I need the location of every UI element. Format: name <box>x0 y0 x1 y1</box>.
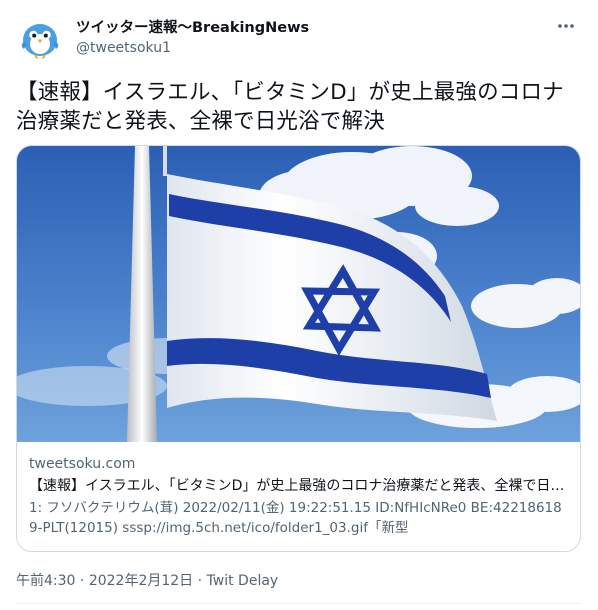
divider <box>16 603 582 604</box>
israel-flag-image <box>17 146 580 442</box>
card-body: tweetsoku.com 【速報】イスラエル、「ビタミンD」が史上最強のコロナ… <box>29 454 569 538</box>
timestamp-date[interactable]: 2022年2月12日 <box>89 573 193 589</box>
tweet-meta: 午前4:30 · 2022年2月12日 · Twit Delay <box>16 570 278 590</box>
card-description: 1: フソバクテリウム(茸) 2022/02/11(金) 19:22:51.15… <box>29 500 562 536</box>
tweet: ツイッター速報〜BreakingNews @tweetsoku1 【速報】イスラ… <box>0 0 598 610</box>
timestamp-time[interactable]: 午前4:30 <box>16 573 75 589</box>
meta-separator-2: · <box>193 573 207 589</box>
handle[interactable]: @tweetsoku1 <box>76 40 309 56</box>
link-card[interactable]: tweetsoku.com 【速報】イスラエル、「ビタミンD」が史上最強のコロナ… <box>16 145 581 552</box>
display-name[interactable]: ツイッター速報〜BreakingNews <box>76 16 309 37</box>
card-title: 【速報】イスラエル、「ビタミンD」が史上最強のコロナ治療薬だと発表、全裸で日光浴… <box>29 478 569 494</box>
tweet-text: 【速報】イスラエル、「ビタミンD」が史上最強のコロナ治療薬だと発表、全裸で日光浴… <box>16 80 564 134</box>
source-app-link[interactable]: Twit Delay <box>207 573 279 589</box>
card-domain: tweetsoku.com <box>29 456 136 472</box>
blue-bird-avatar-icon <box>16 14 64 62</box>
avatar[interactable] <box>16 14 64 62</box>
author-block: ツイッター速報〜BreakingNews @tweetsoku1 <box>76 16 309 56</box>
more-options-button[interactable] <box>552 12 580 40</box>
tweet-header: ツイッター速報〜BreakingNews @tweetsoku1 <box>16 12 582 62</box>
more-icon <box>558 24 574 28</box>
meta-separator: · <box>75 573 89 589</box>
